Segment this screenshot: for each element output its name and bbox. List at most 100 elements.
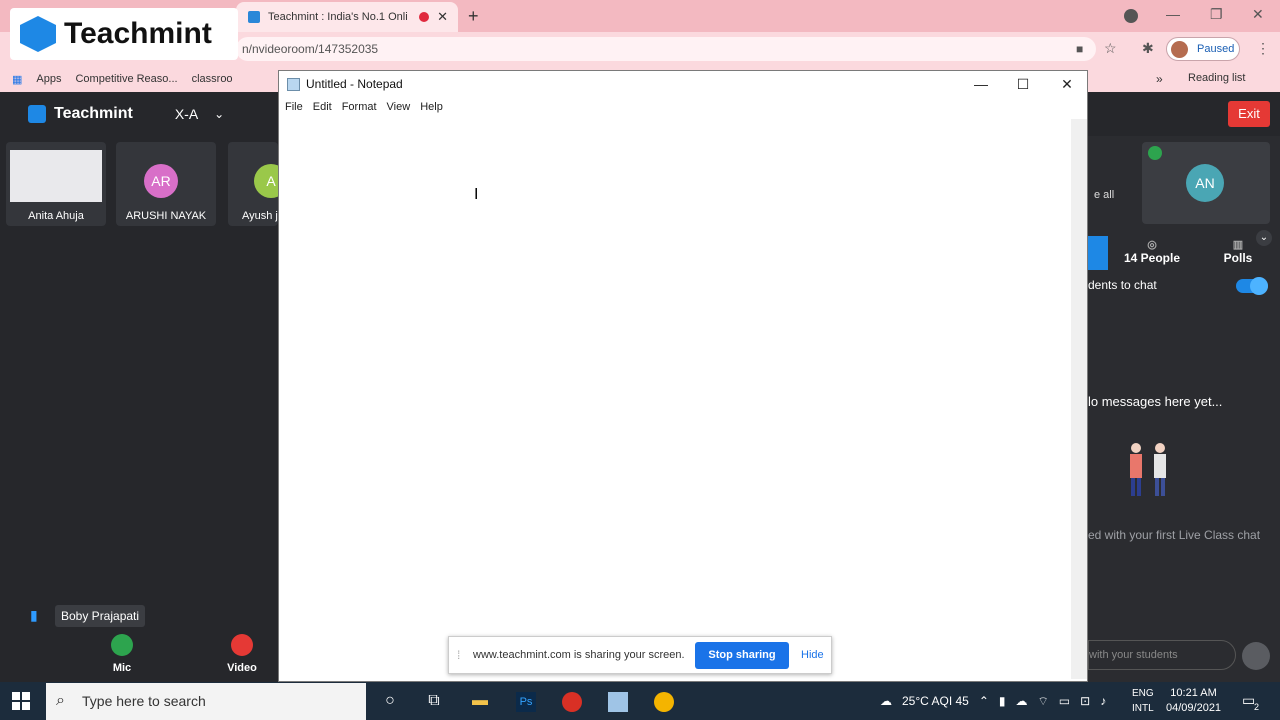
cortana-icon[interactable]: ○ [380,692,400,712]
bookmark-apps[interactable]: Apps [36,73,61,85]
chat-input[interactable]: with your students [1088,640,1236,670]
task-view-icon[interactable]: ⧉ [424,692,444,712]
notepad-maximize-icon[interactable]: ☐ [1001,71,1045,97]
avatar: AN [1186,164,1224,202]
mic-on-icon [1148,146,1162,160]
empty-chat-title: lo messages here yet... [1088,394,1223,409]
stop-sharing-button[interactable]: Stop sharing [695,642,789,669]
teachmint-logo-icon [20,16,56,52]
app-header: Teachmint X-A ⌄ [0,92,280,136]
file-explorer-icon[interactable]: ▬ [470,692,490,712]
tab-chat[interactable] [1088,236,1108,270]
date: 04/09/2021 [1166,702,1222,714]
text-cursor-icon: I [474,186,479,203]
allow-chat-toggle[interactable] [1236,277,1268,295]
class-selector[interactable]: X-A [175,106,198,122]
bookmark-overflow-icon[interactable]: » [1156,72,1163,86]
tab-polls[interactable]: ▥ Polls [1216,238,1260,265]
empty-chat-subtitle: ed with your first Live Class chat [1088,528,1261,542]
video-label: Video [227,662,257,674]
extensions-icon[interactable]: ✱ [1142,40,1154,57]
share-message: www.teachmint.com is sharing your screen… [473,649,685,661]
notepad-taskbar-icon[interactable] [608,692,628,712]
participant-tile-anita[interactable]: Anita Ahuja [6,142,106,226]
tab-search-icon[interactable] [1124,9,1138,23]
notepad-minimize-icon[interactable]: — [959,71,1003,97]
vertical-scrollbar[interactable] [1071,119,1087,679]
screen-share-thumbnail [10,150,102,202]
close-tab-icon[interactable]: ✕ [437,9,448,25]
clock[interactable]: 10:21 AM 04/09/2021 [1166,686,1221,716]
participant-name: Ayush j [242,210,278,222]
mic-button[interactable]: Mic [92,634,152,674]
tab-people[interactable]: ◎ 14 People [1122,238,1182,265]
people-tab-label: 14 People [1123,251,1181,265]
chrome-alt-icon[interactable] [654,692,674,712]
screen-share-bar: ⁞ www.teachmint.com is sharing your scre… [448,636,832,674]
reading-list-button[interactable]: Reading list [1188,72,1245,84]
camera-icon[interactable]: ■ [1076,42,1083,56]
notepad-close-icon[interactable]: ✕ [1045,71,1089,97]
tab-title: Teachmint : India's No.1 Onli [268,11,408,23]
minimize-icon[interactable]: — [1166,6,1180,22]
bookmark-competitive[interactable]: Competitive Reaso... [75,73,177,85]
wifi-icon[interactable]: ⌔ [1038,694,1049,709]
menu-help[interactable]: Help [420,97,451,119]
drag-handle-icon[interactable]: ⁞ [457,648,460,662]
teachmint-logo: Teachmint [10,8,238,60]
photoshop-icon[interactable]: Ps [516,692,536,712]
volume-icon[interactable]: ♪ [1100,694,1106,708]
microphone-icon[interactable]: ▮ [999,694,1006,708]
network-icon[interactable]: ⊡ [1080,694,1090,708]
language-indicator[interactable]: ENG INTL [1132,686,1154,716]
mic-icon [111,634,133,656]
participant-name: ARUSHI NAYAK [125,210,207,222]
taskbar-search[interactable]: ⌕ Type here to search [46,683,366,720]
participant-tile-arushi[interactable]: AR ARUSHI NAYAK [116,142,216,226]
active-speaker-label: Boby Prajapati [55,605,146,627]
participant-tile-ayush[interactable]: A Ayush j [228,142,288,226]
video-button[interactable]: Video [212,634,272,674]
send-button[interactable] [1242,642,1270,670]
teachmint-favicon-icon [248,11,260,23]
url-field[interactable]: n/nvideoroom/147352035 [236,37,1096,61]
notepad-icon [287,77,300,91]
onedrive-icon[interactable]: ☁ [1016,694,1028,708]
windows-start-icon[interactable] [12,692,30,710]
allow-chat-label: dents to chat [1088,278,1157,292]
search-placeholder: Type here to search [82,693,206,709]
menu-edit[interactable]: Edit [313,97,340,119]
avatar: AR [144,164,178,198]
chevron-down-icon[interactable]: ⌄ [214,107,224,121]
weather-text[interactable]: 25°C AQI 45 [902,694,969,708]
menu-view[interactable]: View [387,97,419,119]
browser-tab[interactable]: Teachmint : India's No.1 Onli ✕ [236,2,458,32]
show-hidden-icon[interactable]: ⌃ [979,694,989,708]
lang-bottom: INTL [1132,703,1154,714]
restore-icon[interactable]: ❐ [1210,6,1223,23]
system-tray: ☁ 25°C AQI 45 ⌃ ▮ ☁ ⌔ ▭ ⊡ ♪ [880,682,1106,720]
chat-illustration [1130,443,1166,496]
close-window-icon[interactable]: ✕ [1252,6,1264,23]
profile-status: Paused [1197,43,1235,55]
weather-icon: ☁ [880,694,892,708]
chrome-icon[interactable] [562,692,582,712]
recording-icon [419,12,430,22]
bookmark-classroom[interactable]: classroo [192,73,233,85]
menu-file[interactable]: File [285,97,311,119]
menu-icon[interactable]: ⋮ [1256,40,1270,57]
notepad-text-area[interactable] [283,119,1069,679]
star-icon[interactable]: ☆ [1104,40,1117,57]
speaking-indicator-icon: ▮ [30,607,38,623]
app-brand: Teachmint [54,105,133,122]
see-all-link[interactable]: e all [1094,189,1114,201]
hide-button[interactable]: Hide [801,649,824,661]
participant-tile-an[interactable]: AN [1142,142,1270,224]
new-tab-button[interactable]: + [468,6,479,27]
profile-button[interactable]: Paused [1166,37,1240,61]
battery-icon[interactable]: ▭ [1059,694,1070,708]
menu-format[interactable]: Format [342,97,385,119]
polls-tab-label: Polls [1223,251,1253,265]
lang-top: ENG [1132,688,1154,699]
exit-button[interactable]: Exit [1228,101,1270,127]
